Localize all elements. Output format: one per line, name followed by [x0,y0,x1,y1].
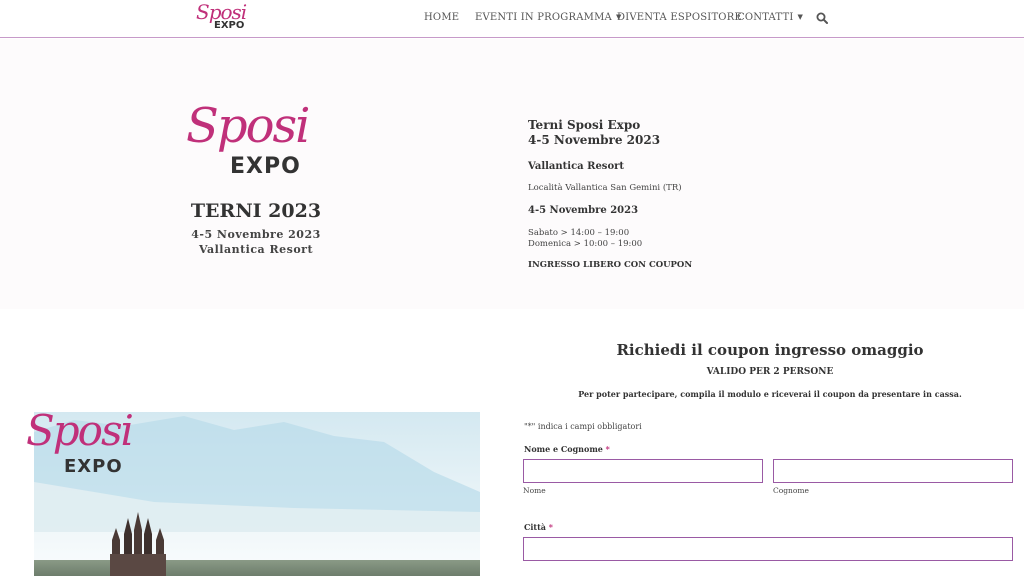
label-text: Nome e Cognome [524,444,603,454]
form-validity: VALIDO PER 2 PERSONE [706,367,834,377]
first-name-sublabel: Nome [523,486,546,495]
info-heading-line: Terni Sposi Expo [528,118,641,132]
hours-line: Domenica > 10:00 – 19:00 [528,239,643,249]
nav-label: CONTATTI [737,12,794,23]
logo-expo-text: EXPO [230,154,301,179]
hours-line: Sabato > 14:00 – 19:00 [528,228,630,238]
logo-script-text: Sposi [186,98,310,154]
info-heading-line: 4-5 Novembre 2023 [528,133,661,147]
search-icon[interactable] [816,12,828,24]
info-entry: INGRESSO LIBERO CON COUPON [528,260,693,270]
required-mark: * [548,522,553,532]
last-name-input[interactable] [773,459,1013,483]
city-label: Città * [524,522,553,532]
first-name-input[interactable] [523,459,763,483]
promo-ground [34,560,480,576]
event-info: Terni Sposi Expo 4-5 Novembre 2023 Valla… [528,118,828,270]
main-nav: HOME EVENTI IN PROGRAMMA ▼ DIVENTA ESPOSI… [0,12,1024,26]
nav-label: DIVENTA ESPOSITORE [617,12,742,23]
hero-section [0,39,1024,309]
info-heading: Terni Sposi Expo 4-5 Novembre 2023 [528,118,828,148]
info-address: Località Vallantica San Gemini (TR) [528,183,682,193]
nav-label: EVENTI IN PROGRAMMA [475,12,612,23]
event-dates: 4-5 Novembre 2023 [191,228,321,241]
event-venue: Vallantica Resort [198,243,314,256]
nav-item-diventa-espositore[interactable]: DIVENTA ESPOSITORE [617,12,742,23]
logo-script-text: Sposi [26,406,134,455]
hero-logo: Sposi EXPO [184,98,334,184]
form-title: Richiedi il coupon ingresso omaggio [616,341,924,359]
logo-expo-text: EXPO [64,456,123,477]
nav-label: HOME [424,12,460,23]
promo-logo: Sposi EXPO [26,406,156,482]
info-dates: 4-5 Novembre 2023 [528,205,639,216]
site-header: Sposi EXPO HOME EVENTI IN PROGRAMMA ▼ DIV… [0,0,1024,38]
form-description: Per poter partecipare, compila il modulo… [578,389,962,399]
nav-item-eventi[interactable]: EVENTI IN PROGRAMMA ▼ [475,12,622,23]
label-text: Città [524,522,546,532]
info-venue: Vallantica Resort [528,161,624,172]
nav-item-home[interactable]: HOME [424,12,459,23]
event-title: TERNI 2023 [190,200,322,222]
city-input[interactable] [523,537,1013,561]
nav-item-contatti[interactable]: CONTATTI ▼ [737,12,803,23]
name-label: Nome e Cognome * [524,444,610,454]
required-note: "*" indica i campi obbligatori [524,422,642,431]
required-mark: * [605,444,610,454]
info-hours: Sabato > 14:00 – 19:00 Domenica > 10:00 … [528,228,642,250]
cathedral-image [110,512,166,576]
last-name-sublabel: Cognome [773,486,809,495]
chevron-down-icon: ▼ [797,13,804,21]
event-subtitle: 4-5 Novembre 2023 Vallantica Resort [156,227,356,257]
